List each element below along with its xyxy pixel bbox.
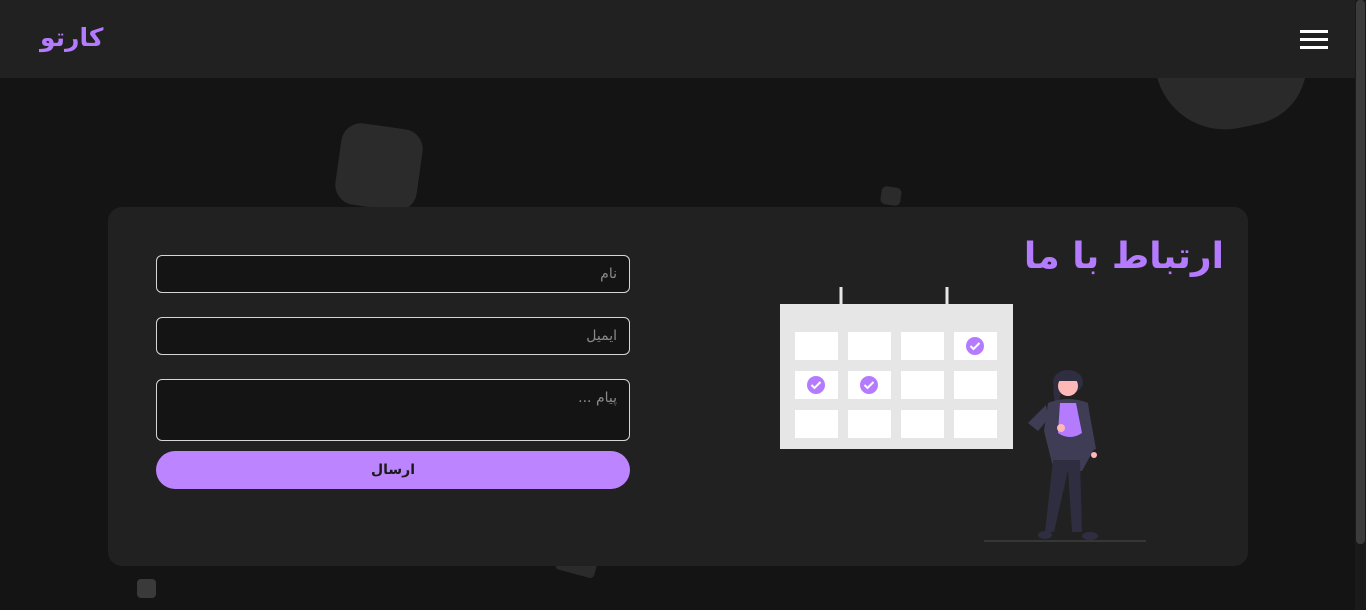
decorative-shape — [137, 579, 156, 598]
calendar-cell — [795, 332, 838, 360]
site-logo[interactable]: کارتو — [40, 18, 103, 58]
calendar-cell — [901, 332, 944, 360]
top-header: کارتو — [0, 0, 1366, 78]
menu-bar — [1300, 38, 1328, 41]
page-scrollbar[interactable] — [1355, 0, 1366, 610]
hamburger-menu-icon[interactable] — [1300, 30, 1330, 56]
calendar-with-person-illustration — [780, 287, 1146, 542]
check-icon — [966, 337, 984, 355]
submit-button[interactable]: ارسال — [156, 451, 630, 489]
menu-bar — [1300, 30, 1328, 33]
scrollbar-thumb[interactable] — [1356, 0, 1365, 544]
decorative-shape — [879, 185, 903, 207]
calendar-cell — [848, 332, 891, 360]
page: کارتو ارتباط با ما ارسال — [0, 0, 1366, 610]
decorative-shape — [332, 120, 426, 214]
check-icon — [807, 376, 825, 394]
calendar-cell — [901, 410, 944, 438]
person-figure — [1028, 370, 1098, 540]
calendar-cell — [795, 410, 838, 438]
message-textarea[interactable] — [156, 379, 630, 441]
email-input[interactable] — [156, 317, 630, 355]
calendar-cell — [901, 371, 944, 399]
contact-title: ارتباط با ما — [1023, 236, 1224, 277]
contact-card: ارتباط با ما ارسال — [108, 207, 1248, 566]
calendar-cell — [954, 371, 997, 399]
name-input[interactable] — [156, 255, 630, 293]
check-icon — [860, 376, 878, 394]
menu-bar — [1300, 46, 1328, 49]
calendar-cell — [954, 410, 997, 438]
calendar-cell — [848, 410, 891, 438]
